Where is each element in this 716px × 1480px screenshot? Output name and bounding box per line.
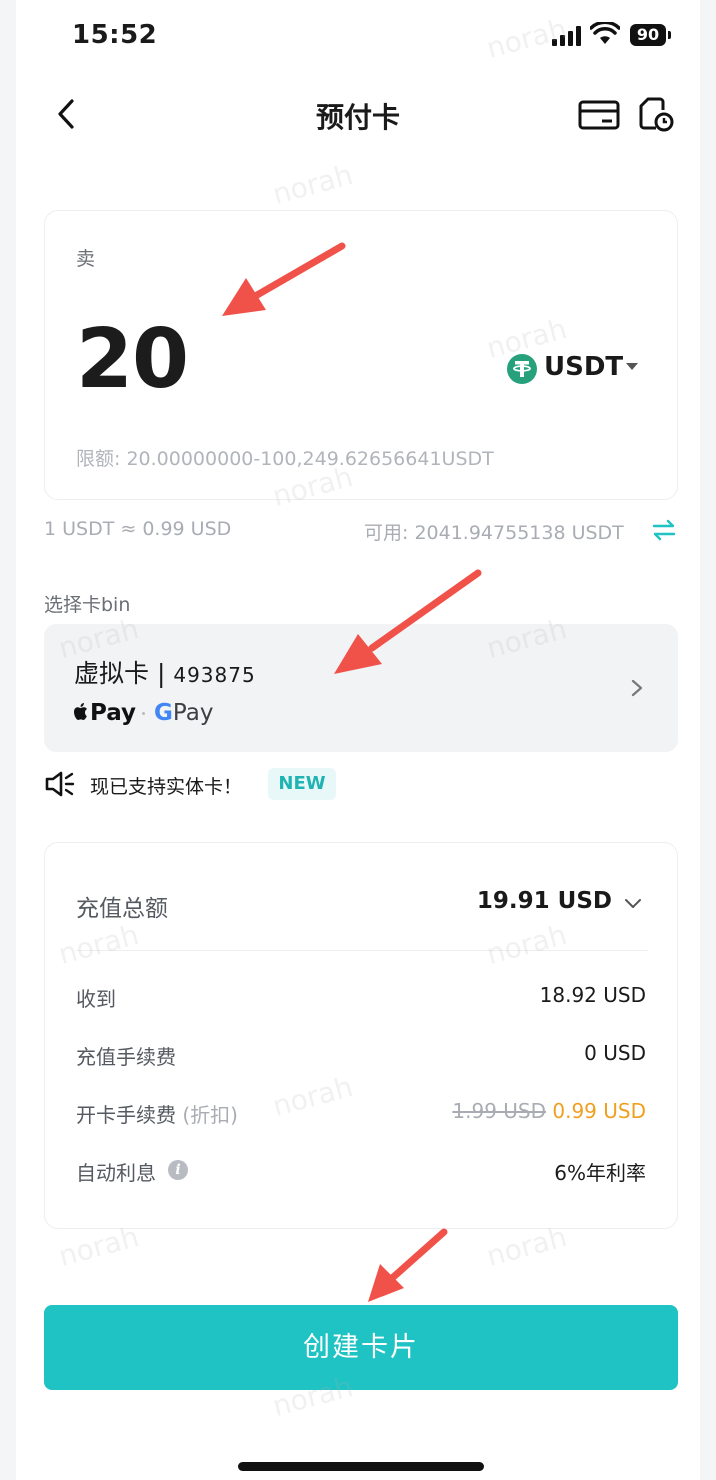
apple-pay-logo: Pay bbox=[72, 700, 136, 726]
bin-separator: | bbox=[149, 659, 174, 688]
apple-icon bbox=[74, 703, 87, 720]
card-type: 虚拟卡 bbox=[74, 659, 150, 688]
google-g-icon: G bbox=[154, 700, 173, 726]
auto-interest-value: 6%年利率 bbox=[554, 1161, 646, 1185]
speaker-icon bbox=[45, 771, 75, 797]
exchange-rate: 1 USDT ≈ 0.99 USD bbox=[44, 518, 232, 540]
watermark: norah bbox=[269, 158, 357, 211]
google-pay-text: Pay bbox=[172, 700, 214, 726]
auto-interest-label: 自动利息 bbox=[76, 1161, 156, 1185]
card-fee-original: 1.99 USD bbox=[452, 1099, 547, 1123]
card-history-icon[interactable] bbox=[638, 96, 674, 132]
bin-number: 493875 bbox=[173, 663, 256, 687]
google-pay-logo: GPay bbox=[154, 700, 213, 726]
card-fee-value: 1.99 USD 0.99 USD bbox=[452, 1099, 646, 1123]
card-icon[interactable] bbox=[578, 100, 620, 130]
arrow-to-create-button-icon bbox=[368, 1228, 448, 1302]
sell-label: 卖 bbox=[76, 248, 96, 270]
available-balance: 可用: 2041.94755138 USDT bbox=[364, 522, 624, 544]
card-bin-title: 虚拟卡 | 493875 bbox=[74, 654, 256, 690]
chevron-right-icon[interactable] bbox=[630, 678, 644, 698]
wifi-icon bbox=[590, 22, 620, 44]
amount-input[interactable]: 20 bbox=[76, 312, 189, 407]
received-value: 18.92 USD bbox=[539, 983, 646, 1007]
total-recharge-label: 充值总额 bbox=[76, 896, 168, 922]
physical-card-notice: 现已支持实体卡！ bbox=[90, 776, 243, 798]
limit-text: 限额: 20.00000000-100,249.62656641USDT bbox=[76, 448, 494, 470]
currency-dropdown-caret-icon[interactable] bbox=[626, 363, 638, 370]
select-card-bin-label: 选择卡bin bbox=[44, 594, 131, 616]
status-time: 15:52 bbox=[72, 20, 158, 50]
left-edge-shade bbox=[0, 0, 16, 1480]
apple-pay-text: Pay bbox=[90, 700, 137, 726]
info-icon[interactable]: i bbox=[168, 1160, 188, 1180]
battery-indicator: 90 bbox=[630, 24, 666, 46]
recharge-fee-label: 充值手续费 bbox=[76, 1045, 176, 1069]
new-badge: NEW bbox=[268, 768, 336, 800]
battery-tip bbox=[668, 31, 671, 39]
discount-note: (折扣) bbox=[182, 1103, 238, 1127]
chevron-down-icon[interactable] bbox=[624, 898, 642, 910]
received-label: 收到 bbox=[76, 987, 116, 1011]
watermark: norah bbox=[483, 12, 571, 65]
home-indicator bbox=[238, 1462, 484, 1471]
create-card-button[interactable]: 创建卡片 bbox=[44, 1305, 678, 1390]
currency-selector[interactable]: USDT bbox=[544, 352, 623, 382]
card-fee-discounted: 0.99 USD bbox=[552, 1099, 646, 1123]
right-edge-shade bbox=[700, 0, 716, 1480]
card-fee-label-text: 开卡手续费 bbox=[76, 1103, 176, 1127]
recharge-fee-value: 0 USD bbox=[584, 1041, 646, 1065]
swap-icon[interactable] bbox=[652, 518, 676, 542]
card-fee-label: 开卡手续费 (折扣) bbox=[76, 1099, 238, 1128]
pay-separator-dot bbox=[142, 712, 145, 715]
total-recharge-value[interactable]: 19.91 USD bbox=[420, 888, 612, 914]
